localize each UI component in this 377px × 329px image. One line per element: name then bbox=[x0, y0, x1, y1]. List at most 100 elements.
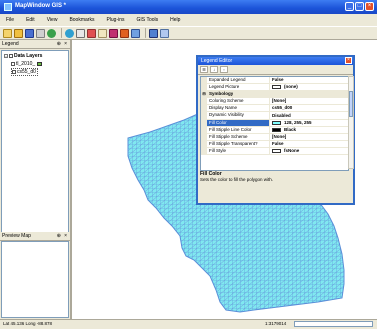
description-text: Sets the color to fill the polygon with. bbox=[200, 177, 274, 182]
categorized-icon[interactable]: ☰ bbox=[200, 66, 208, 73]
select-icon[interactable] bbox=[76, 28, 85, 38]
close-icon[interactable]: × bbox=[64, 232, 67, 240]
menu-help[interactable]: Help bbox=[164, 17, 186, 23]
property-value[interactable]: fsNone bbox=[284, 148, 299, 154]
property-value[interactable]: False bbox=[272, 141, 284, 147]
legend-editor-window[interactable]: Legend Editor × ☰ ↓ ▫ Expanded Legend Fa… bbox=[196, 55, 355, 205]
pin-icon[interactable]: ⊕ bbox=[57, 40, 61, 48]
close-icon[interactable]: × bbox=[345, 57, 352, 64]
property-value[interactable]: (none) bbox=[284, 84, 298, 90]
color-swatch bbox=[272, 120, 281, 125]
group-checkbox[interactable] bbox=[9, 54, 13, 58]
legend-title: Legend bbox=[2, 41, 19, 47]
category-row[interactable]: ⊟ Symbology bbox=[201, 91, 348, 99]
identify-icon[interactable] bbox=[87, 28, 96, 38]
property-value[interactable]: False bbox=[272, 77, 284, 83]
zoom-in-icon[interactable] bbox=[109, 28, 118, 38]
toolbar-separator bbox=[145, 28, 146, 38]
print-icon[interactable] bbox=[36, 28, 45, 38]
legend-editor-title: Legend Editor bbox=[201, 58, 233, 64]
scale-readout: 1:3179014 bbox=[265, 321, 287, 326]
scale-field[interactable] bbox=[294, 321, 373, 327]
layer-checkbox[interactable] bbox=[12, 70, 16, 74]
property-grid-toolbar: ☰ ↓ ▫ bbox=[198, 65, 353, 75]
property-value[interactable]: Black bbox=[284, 127, 296, 133]
property-row[interactable]: Fill Style fsNone bbox=[201, 147, 348, 156]
property-row[interactable]: Fill Stipple Transparent? False bbox=[201, 140, 348, 148]
property-row[interactable]: Coloring Scheme [None] bbox=[201, 98, 348, 106]
add-layer-icon[interactable] bbox=[47, 28, 56, 38]
save-icon[interactable] bbox=[25, 28, 34, 38]
globe-icon[interactable] bbox=[65, 28, 74, 38]
property-name: Fill Stipple Scheme bbox=[207, 133, 270, 140]
legend-group[interactable]: - Data Layers bbox=[4, 53, 42, 59]
maximize-button[interactable]: □ bbox=[355, 2, 364, 11]
app-icon bbox=[4, 3, 12, 11]
layer-label: tl_2010_ bbox=[16, 61, 36, 67]
property-row[interactable]: Expanded Legend False bbox=[201, 77, 348, 85]
property-name: Fill Color bbox=[207, 119, 270, 126]
property-grid-scrollbar[interactable] bbox=[348, 76, 354, 169]
property-value[interactable]: [None] bbox=[272, 98, 286, 104]
menu-file[interactable]: File bbox=[0, 17, 20, 23]
zoom-layer-icon[interactable] bbox=[160, 28, 169, 38]
property-name: Legend Picture bbox=[207, 84, 270, 91]
full-extent-icon[interactable] bbox=[149, 28, 158, 38]
legend-header: Legend ⊕ × bbox=[0, 40, 70, 49]
color-swatch bbox=[272, 85, 281, 90]
close-icon[interactable]: × bbox=[64, 40, 67, 48]
property-row-selected[interactable]: Fill Color 128, 255, 255 bbox=[201, 119, 348, 127]
new-project-icon[interactable] bbox=[3, 28, 12, 38]
property-value[interactable]: Disabled bbox=[272, 113, 291, 119]
measure-icon[interactable] bbox=[98, 28, 107, 38]
menu-plugins[interactable]: Plug-ins bbox=[100, 17, 130, 23]
color-swatch bbox=[272, 127, 281, 132]
pin-icon[interactable]: ⊕ bbox=[57, 232, 61, 240]
preview-title: Preview Map bbox=[2, 233, 31, 239]
layer-color-swatch[interactable] bbox=[37, 62, 43, 66]
open-folder-icon[interactable] bbox=[14, 28, 23, 38]
alphabetical-icon[interactable]: ↓ bbox=[210, 66, 218, 73]
legend-editor-titlebar[interactable]: Legend Editor × bbox=[198, 57, 353, 65]
menu-edit[interactable]: Edit bbox=[20, 17, 41, 23]
property-value[interactable]: [None] bbox=[272, 134, 286, 140]
property-value[interactable]: 128, 255, 255 bbox=[284, 120, 312, 126]
close-button[interactable]: × bbox=[365, 2, 374, 11]
minimize-button[interactable]: _ bbox=[345, 2, 354, 11]
menu-bar: File Edit View Bookmarks Plug-ins GIS To… bbox=[0, 14, 377, 26]
legend-layer-1[interactable]: tl_2010_ bbox=[11, 61, 43, 67]
property-name: Coloring Scheme bbox=[207, 98, 270, 105]
property-name: Fill Stipple Line Color bbox=[207, 126, 270, 133]
property-row[interactable]: Dynamic Visibility Disabled bbox=[201, 112, 348, 120]
left-panel: Legend ⊕ × - Data Layers tl_2010_ cs55_d… bbox=[0, 40, 71, 319]
property-pages-icon[interactable]: ▫ bbox=[220, 66, 228, 73]
menu-bookmarks[interactable]: Bookmarks bbox=[63, 17, 100, 23]
property-value[interactable]: cs55_d00 bbox=[272, 105, 292, 111]
preview-header: Preview Map ⊕ × bbox=[0, 232, 70, 241]
category-name: Symbology bbox=[209, 91, 234, 97]
pan-icon[interactable] bbox=[131, 28, 140, 38]
property-row[interactable]: Fill Stipple Scheme [None] bbox=[201, 133, 348, 141]
window-title: MapWindow GIS * bbox=[15, 3, 66, 9]
coordinates-readout: Lat 45.136 Long -88.878 bbox=[3, 321, 53, 326]
title-bar: MapWindow GIS * _ □ × bbox=[0, 0, 377, 14]
group-label: Data Layers bbox=[14, 53, 43, 59]
property-name: Expanded Legend bbox=[207, 77, 270, 84]
preview-map[interactable] bbox=[1, 241, 69, 318]
property-row[interactable]: Fill Stipple Line Color Black bbox=[201, 126, 348, 134]
toolbar-separator bbox=[61, 28, 62, 38]
property-name: Fill Stipple Transparent? bbox=[207, 140, 270, 147]
property-row[interactable]: Legend Picture (none) bbox=[201, 84, 348, 92]
collapse-icon[interactable]: - bbox=[4, 54, 8, 58]
legend-tree: - Data Layers tl_2010_ cs55_d0 bbox=[1, 50, 69, 238]
menu-view[interactable]: View bbox=[41, 17, 64, 23]
layer-checkbox[interactable] bbox=[11, 62, 15, 66]
menu-gis-tools[interactable]: GIS Tools bbox=[131, 17, 165, 23]
property-row[interactable]: Display Name cs55_d00 bbox=[201, 105, 348, 113]
legend-layer-2[interactable]: cs55_d0 bbox=[11, 68, 38, 76]
toolbar bbox=[0, 26, 377, 40]
zoom-out-icon[interactable] bbox=[120, 28, 129, 38]
scrollbar-thumb[interactable] bbox=[349, 91, 353, 117]
property-grid[interactable]: Expanded Legend False Legend Picture (no… bbox=[200, 76, 349, 171]
property-name: Display Name bbox=[207, 105, 270, 112]
